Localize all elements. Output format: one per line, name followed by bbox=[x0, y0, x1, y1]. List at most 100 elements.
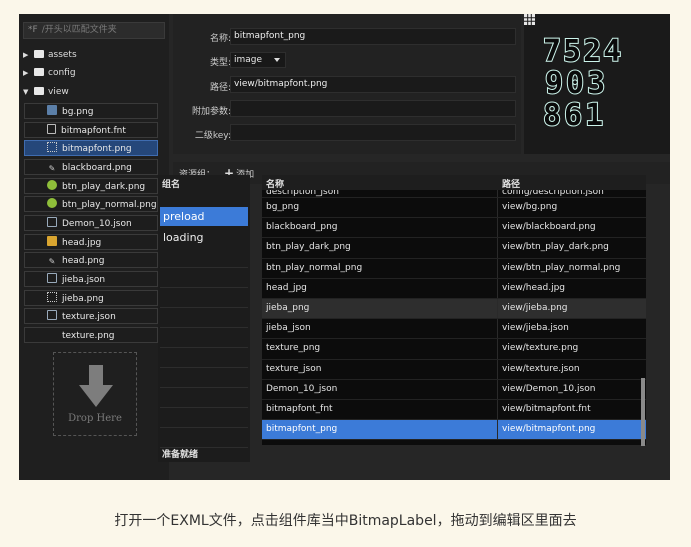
json-icon bbox=[47, 310, 57, 320]
col-path-header[interactable]: 路径 bbox=[502, 177, 520, 190]
table-row[interactable]: btn_play_normal_png view/btn_play_normal.… bbox=[262, 258, 646, 279]
open-folder-icon bbox=[34, 87, 44, 95]
cell-name: btn_play_dark_png bbox=[266, 242, 351, 253]
table-row[interactable]: btn_play_dark_png view/btn_play_dark.png bbox=[262, 238, 646, 259]
table-row[interactable]: jieba_json view/jieba.json bbox=[262, 319, 646, 340]
file-item[interactable]: jieba.png bbox=[24, 290, 158, 306]
table-row[interactable]: Demon_10_json view/Demon_10.json bbox=[262, 379, 646, 400]
play-button-icon bbox=[47, 198, 57, 208]
file-item[interactable]: texture.png bbox=[24, 327, 158, 343]
table-row[interactable]: head_jpg view/head.jpg bbox=[262, 278, 646, 299]
search-prefix: *F bbox=[28, 25, 38, 35]
column-divider bbox=[497, 319, 498, 339]
folder-label: config bbox=[48, 68, 76, 78]
group-empty-row bbox=[160, 269, 248, 288]
table-header: 名称 路径 bbox=[262, 175, 646, 190]
file-item[interactable]: btn_play_dark.png bbox=[24, 178, 158, 194]
table-row[interactable]: texture_json view/texture.json bbox=[262, 359, 646, 380]
cell-name: bitmapfont_fnt bbox=[266, 403, 333, 414]
group-empty-row bbox=[160, 289, 248, 308]
group-item-preload[interactable]: preload bbox=[160, 207, 248, 226]
file-label: texture.png bbox=[62, 331, 115, 341]
table-row[interactable]: texture_png view/texture.png bbox=[262, 339, 646, 360]
type-value: image bbox=[234, 55, 263, 65]
table-row[interactable]: jieba_png view/jieba.png bbox=[262, 298, 646, 320]
chevron-down-icon[interactable]: ▼ bbox=[23, 84, 32, 100]
status-text: 准备就绪 bbox=[162, 450, 199, 460]
table-row[interactable]: bg_png view/bg.png bbox=[262, 198, 646, 219]
params-field[interactable] bbox=[230, 100, 516, 117]
file-item[interactable]: ✎ head.png bbox=[24, 252, 158, 268]
path-label: 路径: bbox=[209, 83, 231, 93]
table-rows: description_json config/description.json b… bbox=[262, 190, 646, 441]
cell-path: config/description.json bbox=[502, 190, 604, 197]
file-item[interactable]: head.jpg bbox=[24, 234, 158, 250]
grid-view-icon[interactable] bbox=[524, 14, 535, 25]
column-divider bbox=[497, 278, 498, 298]
name-field[interactable]: bitmapfont_png bbox=[230, 28, 516, 45]
file-item-selected[interactable]: bitmapfont.png bbox=[24, 140, 158, 156]
group-list-header: 组名 bbox=[162, 180, 181, 190]
preview-line: 861 bbox=[543, 98, 606, 133]
file-label: jieba.png bbox=[62, 294, 104, 304]
group-item-loading[interactable]: loading bbox=[160, 228, 248, 247]
table-row[interactable]: blackboard_png view/blackboard.png bbox=[262, 218, 646, 239]
chevron-right-icon[interactable]: ▶ bbox=[23, 47, 32, 63]
table-row[interactable]: bitmapfont_fnt view/bitmapfont.fnt bbox=[262, 399, 646, 421]
cell-path: view/texture.json bbox=[502, 363, 580, 374]
col-name-header[interactable]: 名称 bbox=[266, 177, 284, 190]
cell-path: view/blackboard.png bbox=[502, 222, 596, 233]
table-scrollbar[interactable] bbox=[641, 378, 645, 446]
file-item[interactable]: Demon_10.json bbox=[24, 215, 158, 231]
cell-name: jieba_png bbox=[266, 302, 310, 313]
cell-path: view/jieba.png bbox=[502, 302, 568, 313]
group-empty-row bbox=[160, 369, 248, 388]
folder-icon bbox=[34, 50, 44, 58]
image-preview: 7524 903 861 bbox=[524, 14, 670, 154]
file-item[interactable]: jieba.json bbox=[24, 271, 158, 287]
cell-path: view/bitmapfont.png bbox=[502, 424, 596, 435]
cell-path: view/btn_play_dark.png bbox=[502, 242, 609, 253]
cell-name: head_jpg bbox=[266, 282, 307, 293]
cell-path: view/jieba.json bbox=[502, 323, 569, 334]
chevron-right-icon[interactable]: ▶ bbox=[23, 65, 32, 81]
table-row-selected[interactable]: bitmapfont_png view/bitmapfont.png bbox=[262, 420, 646, 441]
cell-path: view/btn_play_normal.png bbox=[502, 262, 621, 273]
column-divider bbox=[497, 379, 498, 399]
cell-path: view/texture.png bbox=[502, 343, 579, 354]
search-input[interactable]: *F/开头以匹配文件夹 bbox=[23, 22, 165, 39]
group-list: 组名 preload loading bbox=[158, 175, 250, 462]
cell-name: bg_png bbox=[266, 202, 300, 212]
text-file-icon bbox=[47, 124, 56, 134]
cell-name: blackboard_png bbox=[266, 222, 338, 233]
type-select[interactable]: image bbox=[230, 52, 286, 68]
preview-line: 7524 bbox=[543, 34, 623, 69]
file-item[interactable]: ✎ blackboard.png bbox=[24, 159, 158, 175]
group-empty-row bbox=[160, 409, 248, 428]
file-label: btn_play_normal.png bbox=[62, 200, 157, 210]
folder-config[interactable]: ▶ config bbox=[23, 65, 76, 81]
path-field[interactable]: view/bitmapfont.png bbox=[230, 76, 516, 93]
column-divider bbox=[497, 218, 498, 238]
column-divider bbox=[497, 359, 498, 379]
folder-assets[interactable]: ▶ assets bbox=[23, 47, 77, 63]
table-row[interactable]: description_json config/description.json bbox=[262, 190, 646, 198]
file-label: bitmapfont.png bbox=[62, 144, 132, 154]
folder-view[interactable]: ▼ view bbox=[23, 84, 69, 100]
json-icon bbox=[47, 273, 57, 283]
file-item[interactable]: bitmapfont.fnt bbox=[24, 122, 158, 138]
subkey-field[interactable] bbox=[230, 124, 516, 141]
cell-name: bitmapfont_png bbox=[266, 424, 338, 435]
column-divider bbox=[497, 198, 498, 218]
dropdown-caret-icon bbox=[274, 58, 280, 62]
file-label: bg.png bbox=[62, 107, 94, 117]
cell-path: view/head.jpg bbox=[502, 282, 566, 293]
drop-zone[interactable]: Drop Here bbox=[53, 352, 137, 436]
file-item[interactable]: btn_play_normal.png bbox=[24, 196, 158, 212]
column-divider bbox=[497, 190, 498, 197]
file-item[interactable]: texture.json bbox=[24, 308, 158, 324]
column-divider bbox=[497, 339, 498, 359]
name-label: 名称: bbox=[209, 34, 231, 44]
file-item[interactable]: bg.png bbox=[24, 103, 158, 119]
file-label: head.jpg bbox=[62, 238, 102, 248]
